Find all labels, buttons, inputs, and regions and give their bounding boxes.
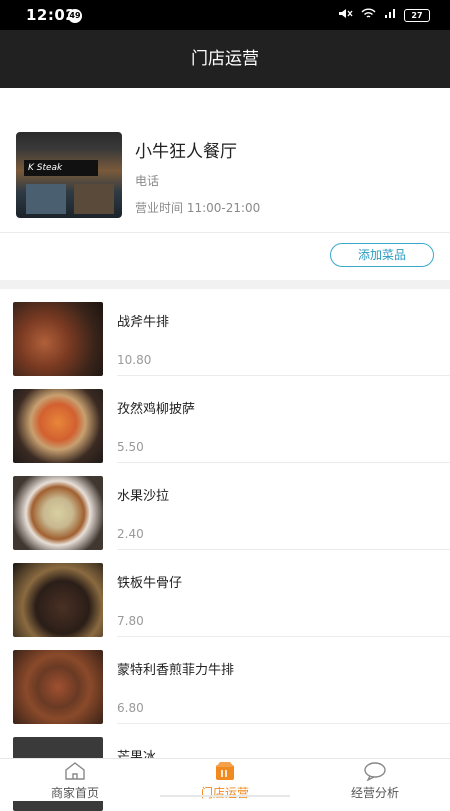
dish-name: 水果沙拉 [117, 489, 170, 504]
page-title: 门店运营 [0, 30, 450, 88]
shop-phone: 电话 [135, 174, 160, 188]
dish-image [13, 476, 103, 550]
tab-label: 门店运营 [200, 786, 249, 800]
store-icon [213, 761, 237, 781]
dish-name: 战斧牛排 [117, 315, 170, 330]
dish-price: 5.50 [117, 440, 144, 454]
dish-image [13, 302, 103, 376]
list-item[interactable]: 铁板牛骨仔 7.80 [0, 550, 450, 637]
dish-price: 7.80 [117, 614, 144, 628]
dish-image [13, 563, 103, 637]
home-icon [63, 761, 87, 781]
divider [0, 232, 450, 233]
dish-price: 6.80 [117, 701, 144, 715]
mute-icon [337, 8, 353, 22]
dish-list[interactable]: 战斧牛排 10.80 孜然鸡柳披萨 5.50 水果沙拉 2.40 铁板牛骨仔 7… [0, 289, 450, 811]
dish-image [13, 650, 103, 724]
dish-price: 2.40 [117, 527, 144, 541]
shop-window-right [74, 184, 114, 214]
dish-name: 蒙特利香煎菲力牛排 [117, 663, 235, 678]
shop-hours: 营业时间 11:00-21:00 [135, 201, 261, 215]
dish-price: 10.80 [117, 353, 152, 367]
shop-window-left [26, 184, 66, 214]
tab-merchant-home[interactable]: 商家首页 [0, 759, 150, 801]
tab-label: 商家首页 [50, 786, 99, 800]
battery-icon: 27 [404, 8, 430, 22]
tab-label: 经营分析 [350, 786, 399, 800]
tab-business-analysis[interactable]: 经营分析 [300, 759, 450, 801]
list-item[interactable]: 战斧牛排 10.80 [0, 289, 450, 376]
shop-info-card: K Steak 小牛狂人餐厅 电话 营业时间 11:00-21:00 [0, 88, 450, 233]
shop-sign: K Steak [24, 160, 98, 176]
dish-name: 铁板牛骨仔 [117, 576, 183, 591]
list-item[interactable]: 水果沙拉 2.40 [0, 463, 450, 550]
section-gap [0, 280, 450, 289]
status-icons: 27 [337, 8, 430, 22]
shop-photo: K Steak [16, 132, 122, 218]
list-item[interactable]: 蒙特利香煎菲力牛排 6.80 [0, 637, 450, 724]
wifi-icon [361, 8, 376, 22]
home-indicator [160, 795, 290, 797]
chat-bubble-icon [363, 761, 387, 782]
list-item[interactable]: 孜然鸡柳披萨 5.50 [0, 376, 450, 463]
dish-name: 孜然鸡柳披萨 [117, 402, 196, 417]
notification-badge: 49 [68, 9, 82, 23]
signal-icon [384, 8, 396, 22]
shop-name: 小牛狂人餐厅 [135, 142, 237, 162]
dish-image [13, 389, 103, 463]
status-bar: 12:02 49 27 [0, 0, 450, 30]
add-dish-button[interactable]: 添加菜品 [330, 243, 434, 267]
